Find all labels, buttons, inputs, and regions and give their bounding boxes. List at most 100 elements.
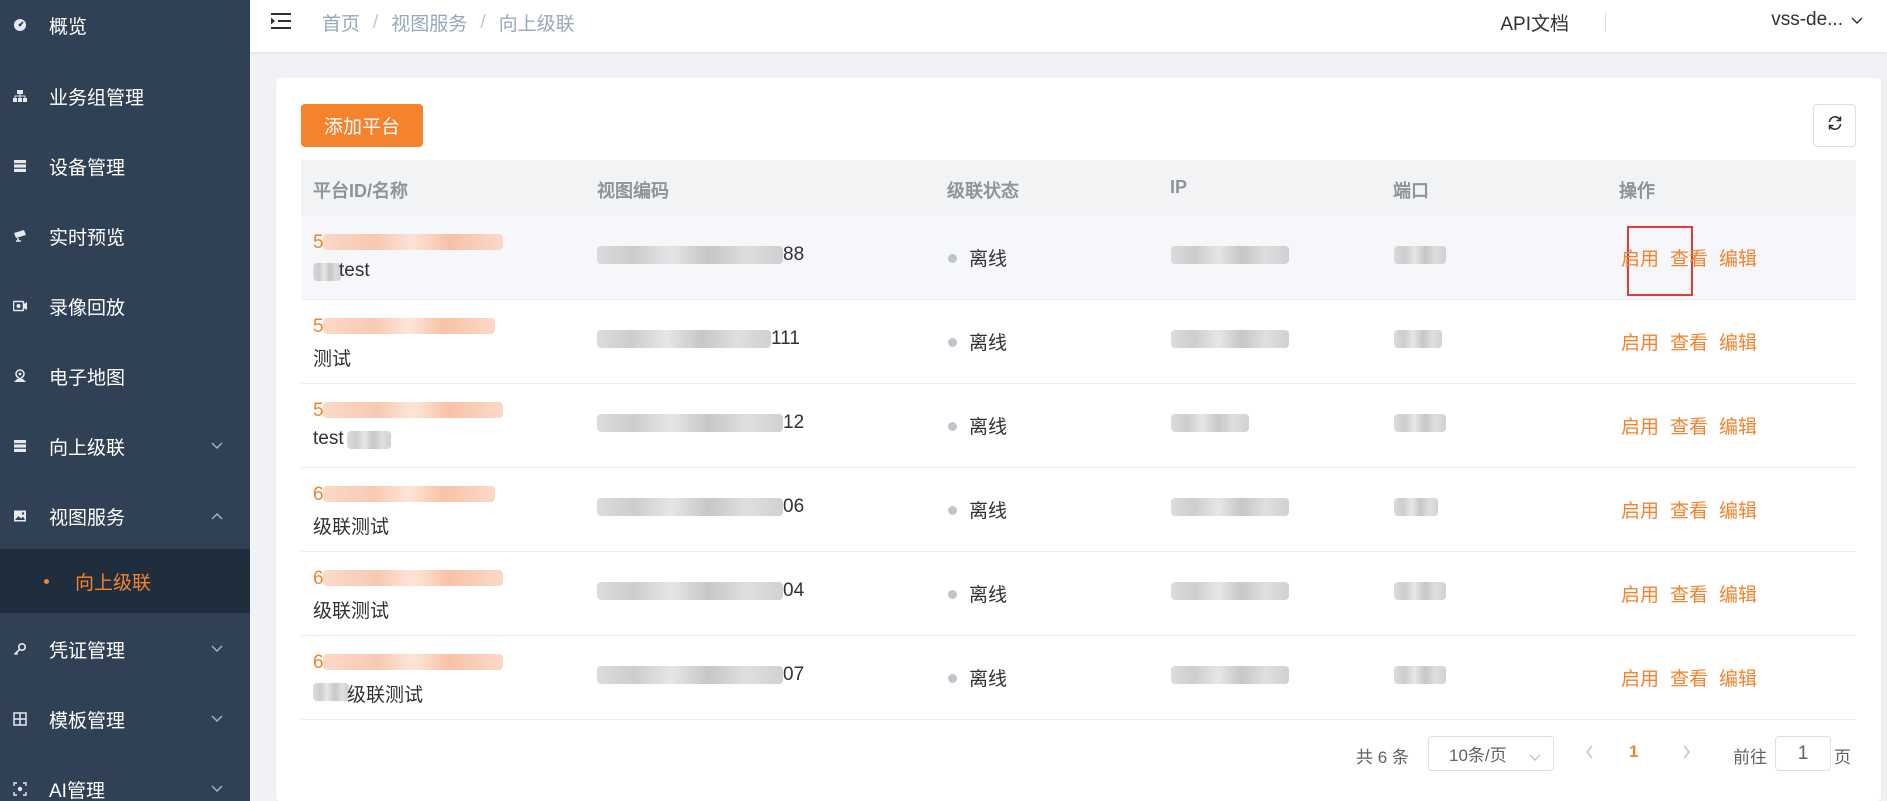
platform-id[interactable]: 6 — [313, 568, 324, 590]
view-code-suffix: 04 — [783, 580, 805, 601]
view-button[interactable]: 查看 — [1670, 412, 1708, 439]
prev-page-button[interactable] — [1579, 742, 1599, 762]
edit-button[interactable]: 编辑 — [1719, 412, 1757, 439]
view-button[interactable]: 查看 — [1670, 664, 1708, 691]
redacted-port — [1394, 582, 1446, 600]
header-divider — [1605, 12, 1606, 32]
platform-id[interactable]: 6 — [313, 652, 324, 674]
ai-icon — [12, 781, 28, 797]
sidebar-item-label: 模板管理 — [49, 710, 126, 732]
column-header-view-code: 视图编码 — [597, 181, 669, 201]
sidebar-subitem-label: 向上级联 — [75, 572, 152, 594]
goto-label: 前往 — [1733, 748, 1767, 767]
image-icon — [12, 508, 28, 524]
sidebar-item-label: 业务组管理 — [49, 87, 145, 109]
user-name: vss-de... — [1771, 9, 1843, 30]
sidebar-item-ai[interactable]: AI管理 — [0, 754, 250, 801]
add-platform-button[interactable]: 添加平台 — [301, 104, 423, 147]
redacted-ip — [1171, 498, 1289, 516]
pagination-total: 共 6 条 — [1356, 748, 1409, 767]
enable-button[interactable]: 启用 — [1621, 496, 1659, 523]
table-row: 5 测试 111 离线 启用 查看 编辑 — [301, 300, 1856, 384]
view-button[interactable]: 查看 — [1670, 580, 1708, 607]
user-menu[interactable]: vss-de... — [1771, 9, 1863, 31]
redacted-view-code — [597, 330, 771, 348]
sidebar-item-template[interactable]: 模板管理 — [0, 684, 250, 754]
sidebar-item-label: 向上级联 — [49, 437, 126, 459]
edit-button[interactable]: 编辑 — [1719, 580, 1757, 607]
enable-button[interactable]: 启用 — [1621, 412, 1659, 439]
org-tree-icon — [12, 88, 28, 104]
column-header-platform: 平台ID/名称 — [313, 181, 409, 201]
redacted-platform-id — [323, 402, 503, 418]
platform-id[interactable]: 5 — [313, 316, 324, 338]
view-code-suffix: 111 — [771, 328, 800, 349]
sidebar-item-credential[interactable]: 凭证管理 — [0, 614, 250, 684]
enable-button[interactable]: 启用 — [1621, 328, 1659, 355]
edit-button[interactable]: 编辑 — [1719, 496, 1757, 523]
redacted-port — [1394, 246, 1446, 264]
redacted-view-code — [597, 582, 783, 600]
view-button[interactable]: 查看 — [1670, 328, 1708, 355]
next-page-button[interactable] — [1676, 742, 1696, 762]
sidebar-item-label: 设备管理 — [49, 157, 126, 179]
edit-button[interactable]: 编辑 — [1719, 328, 1757, 355]
sidebar-subitem-cascade[interactable]: 向上级联 — [0, 549, 250, 613]
status-dot — [948, 674, 957, 683]
platform-id[interactable]: 6 — [313, 484, 324, 506]
refresh-button[interactable] — [1813, 104, 1856, 147]
sidebar-item-label: 概览 — [49, 16, 88, 38]
sidebar-item-label: 电子地图 — [49, 367, 126, 389]
breadcrumb-current: 向上级联 — [498, 14, 575, 35]
view-button[interactable]: 查看 — [1670, 244, 1708, 271]
sidebar-item-cascade[interactable]: 向上级联 — [0, 411, 250, 481]
edit-button[interactable]: 编辑 — [1719, 244, 1757, 271]
map-pin-icon — [12, 368, 28, 384]
platform-id[interactable]: 5 — [313, 232, 324, 254]
enable-button[interactable]: 启用 — [1621, 580, 1659, 607]
redacted-platform-id — [323, 654, 503, 670]
top-header: 首页 / 视图服务 / 向上级联 API文档 vss-de... — [250, 0, 1887, 52]
platform-name: 级联测试 — [313, 517, 390, 538]
table-row: 5 test 88 离线 启用 查看 编辑 — [301, 216, 1856, 300]
breadcrumb-view-service[interactable]: 视图服务 — [391, 9, 467, 36]
status-dot — [948, 506, 957, 515]
menu-fold-icon[interactable] — [270, 11, 292, 31]
camera-icon — [12, 228, 28, 244]
server-icon — [12, 158, 28, 174]
active-dot-icon — [44, 578, 49, 584]
platform-name: test — [313, 428, 344, 449]
redacted-port — [1394, 666, 1446, 684]
platform-id[interactable]: 5 — [313, 400, 324, 422]
enable-button[interactable]: 启用 — [1621, 244, 1659, 271]
key-icon — [12, 641, 28, 657]
page-number-current[interactable]: 1 — [1629, 742, 1638, 762]
goto-page-input[interactable] — [1775, 736, 1831, 771]
page-size-select[interactable]: 10条/页 — [1428, 736, 1554, 771]
sidebar-item-label: 录像回放 — [49, 297, 126, 319]
page-size-value: 10条/页 — [1449, 746, 1507, 765]
api-doc-link[interactable]: API文档 — [1500, 9, 1569, 36]
sidebar: 概览 业务组管理 设备管理 实时预览 录像回放 电子地图 向上级联 视图服务 向… — [0, 0, 250, 801]
view-code-suffix: 12 — [783, 412, 805, 433]
sidebar-item-view-service[interactable]: 视图服务 — [0, 481, 250, 551]
sidebar-item-business-group[interactable]: 业务组管理 — [0, 61, 250, 131]
refresh-icon — [1826, 114, 1844, 137]
status-dot — [948, 422, 957, 431]
breadcrumb-home[interactable]: 首页 — [322, 9, 360, 36]
sidebar-item-label: AI管理 — [49, 780, 105, 801]
view-button[interactable]: 查看 — [1670, 496, 1708, 523]
sidebar-item-live-preview[interactable]: 实时预览 — [0, 201, 250, 271]
enable-button[interactable]: 启用 — [1621, 664, 1659, 691]
table-row: 5 test 12 离线 启用 查看 编辑 — [301, 384, 1856, 468]
column-header-port: 端口 — [1393, 181, 1429, 201]
redacted-view-code — [597, 246, 783, 264]
sidebar-item-map[interactable]: 电子地图 — [0, 341, 250, 411]
edit-button[interactable]: 编辑 — [1719, 664, 1757, 691]
redacted-port — [1394, 330, 1442, 348]
chevron-down-icon — [210, 439, 224, 453]
sidebar-item-device-management[interactable]: 设备管理 — [0, 131, 250, 201]
sidebar-item-playback[interactable]: 录像回放 — [0, 271, 250, 341]
sidebar-item-overview[interactable]: 概览 — [0, 0, 250, 60]
redacted-platform-id — [323, 570, 503, 586]
